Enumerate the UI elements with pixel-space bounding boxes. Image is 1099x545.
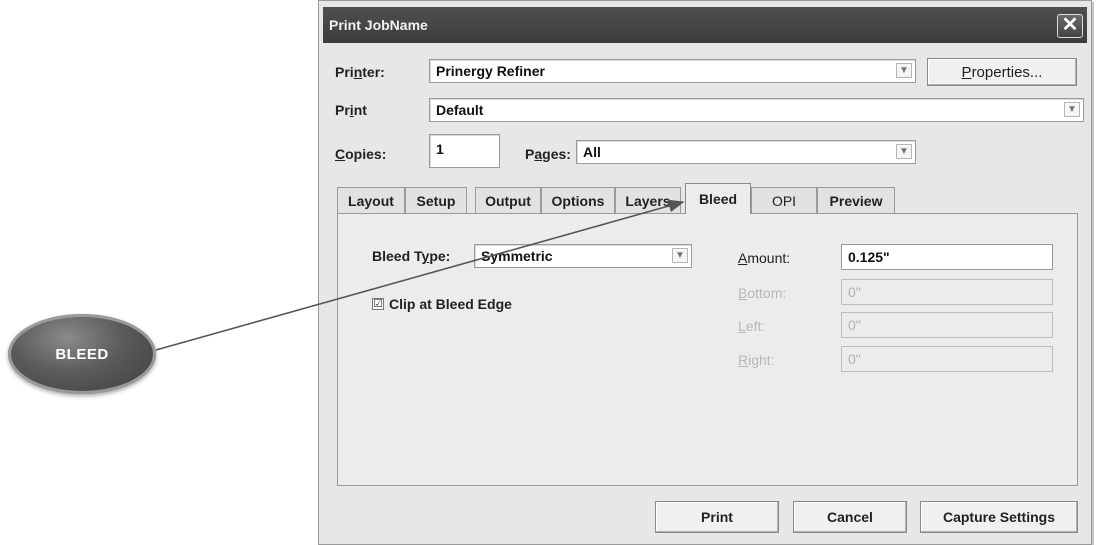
tab-output[interactable]: Output	[475, 187, 541, 213]
right-input[interactable]: 0"	[841, 346, 1053, 372]
tab-setup[interactable]: Setup	[405, 187, 467, 213]
bleed-type-label: Bleed Type:	[372, 248, 451, 264]
amount-label: Amount:	[738, 250, 791, 266]
tab-options[interactable]: Options	[541, 187, 615, 213]
tab-bleed[interactable]: Bleed	[685, 183, 751, 214]
bleed-type-value: Symmetric	[481, 248, 553, 264]
bottom-label: Bottom:	[738, 285, 787, 301]
copies-label: Copies:	[335, 146, 387, 162]
amount-input[interactable]: 0.125"	[841, 244, 1053, 270]
tab-opi[interactable]: OPI	[751, 187, 817, 213]
pages-value: All	[583, 144, 601, 160]
right-label: Right:	[738, 352, 775, 368]
dialog-title: Print JobName	[329, 17, 428, 33]
tab-layout[interactable]: Layout	[337, 187, 405, 213]
chevron-down-icon[interactable]: ▼	[896, 144, 912, 159]
chevron-down-icon[interactable]: ▼	[672, 248, 688, 263]
clip-at-bleed-edge-label[interactable]: Clip at Bleed Edge	[389, 296, 512, 312]
properties-button[interactable]: Properties...	[927, 58, 1077, 86]
print-preset-label: Print	[335, 102, 367, 118]
cancel-button[interactable]: Cancel	[793, 501, 907, 533]
capture-settings-button[interactable]: Capture Settings	[920, 501, 1078, 533]
print-dialog: Print JobName ✕ Printer: Prinergy Refine…	[318, 0, 1092, 545]
clip-at-bleed-edge-checkbox[interactable]: ☑	[372, 298, 384, 310]
pages-label: Pages:	[525, 146, 571, 162]
bottom-input[interactable]: 0"	[841, 279, 1053, 305]
dialog-titlebar: Print JobName ✕	[323, 7, 1087, 43]
copies-input[interactable]: 1	[429, 134, 500, 168]
pages-select[interactable]: All ▼	[576, 140, 916, 164]
tab-layers[interactable]: Layers	[615, 187, 681, 213]
left-label: Left:	[738, 318, 766, 334]
bleed-type-select[interactable]: Symmetric ▼	[474, 244, 692, 268]
printer-select[interactable]: Prinergy Refiner ▼	[429, 59, 916, 83]
close-icon[interactable]: ✕	[1057, 14, 1083, 38]
printer-label: Printer:	[335, 64, 385, 80]
printer-value: Prinergy Refiner	[436, 63, 545, 79]
chevron-down-icon[interactable]: ▼	[1064, 102, 1080, 117]
tab-preview[interactable]: Preview	[817, 187, 895, 213]
bleed-tab-panel: Bleed Type: Symmetric ▼ ☑ Clip at Bleed …	[337, 213, 1078, 486]
print-button[interactable]: Print	[655, 501, 779, 533]
left-input[interactable]: 0"	[841, 312, 1053, 338]
print-preset-value: Default	[436, 102, 484, 118]
bleed-callout-label: BLEED	[55, 345, 109, 363]
bleed-callout-badge: BLEED	[8, 314, 156, 394]
chevron-down-icon[interactable]: ▼	[896, 63, 912, 78]
print-preset-select[interactable]: Default ▼	[429, 98, 1084, 122]
